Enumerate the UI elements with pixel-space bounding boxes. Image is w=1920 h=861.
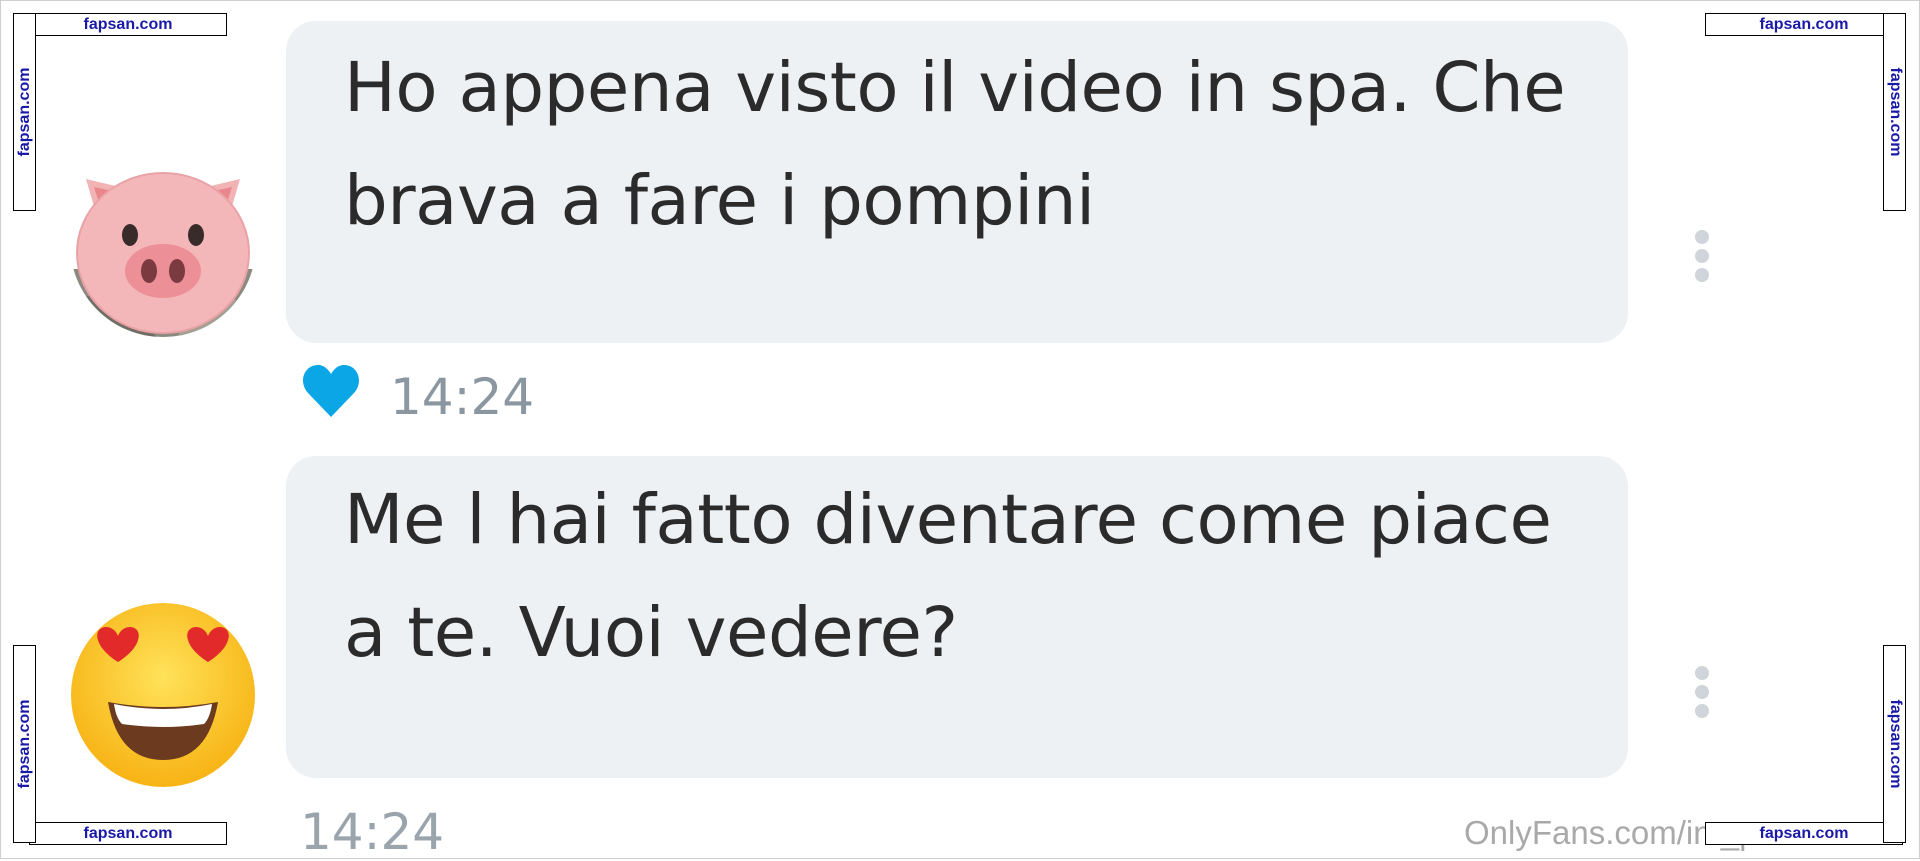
message-bubble[interactable]: Me l hai fatto diventare come piace a te… xyxy=(286,456,1628,778)
corner-badge: fapsan.com xyxy=(13,13,36,211)
like-heart-icon[interactable] xyxy=(302,363,360,419)
corner-badge: fapsan.com xyxy=(1883,13,1906,211)
message-bubble[interactable]: Ho appena visto il video in spa. Che bra… xyxy=(286,21,1628,343)
pig-avatar-icon[interactable] xyxy=(68,149,258,339)
message-timestamp: 14:24 xyxy=(300,803,445,861)
corner-badge: fapsan.com xyxy=(1705,822,1903,845)
heart-eyes-avatar-icon[interactable] xyxy=(68,600,258,790)
corner-badge: fapsan.com xyxy=(1705,13,1903,36)
message-timestamp: 14:24 xyxy=(390,368,535,426)
message-text: Ho appena visto il video in spa. Che bra… xyxy=(344,48,1566,241)
corner-badge: fapsan.com xyxy=(29,13,227,36)
message-options-icon[interactable] xyxy=(1690,666,1714,723)
corner-badge-label: fapsan.com xyxy=(1886,699,1904,789)
corner-badge: fapsan.com xyxy=(1883,645,1906,843)
corner-badge: fapsan.com xyxy=(29,822,227,845)
message-text: Me l hai fatto diventare come piace a te… xyxy=(344,480,1552,673)
message-options-icon[interactable] xyxy=(1690,230,1714,287)
corner-badge: fapsan.com xyxy=(13,645,36,843)
corner-badge-label: fapsan.com xyxy=(15,67,33,157)
corner-badge-label: fapsan.com xyxy=(1886,67,1904,157)
corner-badge-label: fapsan.com xyxy=(15,699,33,789)
